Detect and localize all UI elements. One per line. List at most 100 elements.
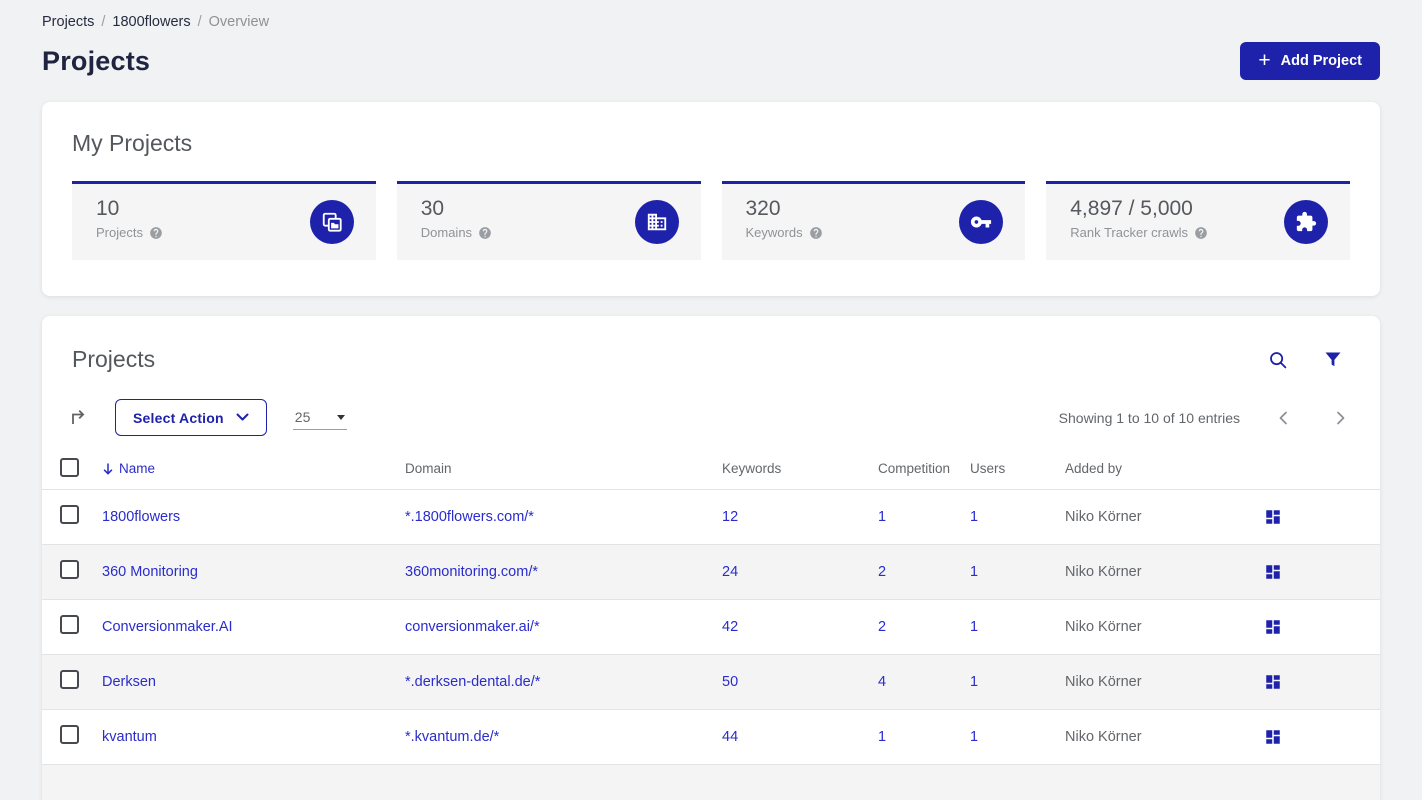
competition-count-link[interactable]: 1 <box>878 509 886 525</box>
export-arrow-icon <box>72 409 85 424</box>
stat-label: Keywords <box>745 225 803 240</box>
table-header-row: Name Domain Keywords Competition Users A… <box>42 448 1380 490</box>
filter-icon <box>1325 352 1341 366</box>
filter-button[interactable] <box>1322 349 1344 371</box>
caret-down-icon <box>336 414 345 420</box>
project-domain-link[interactable]: *.derksen-dental.de/* <box>405 674 540 690</box>
competition-count-link[interactable]: 1 <box>878 729 886 745</box>
project-dashboard-button[interactable] <box>1262 506 1284 528</box>
add-project-button[interactable]: + Add Project <box>1240 42 1380 80</box>
project-dashboard-button[interactable] <box>1262 561 1284 583</box>
project-name-link[interactable]: Conversionmaker.AI <box>102 619 233 635</box>
column-header-users[interactable]: Users <box>970 461 1065 476</box>
row-checkbox[interactable] <box>60 560 79 579</box>
added-by-text: Niko Körner <box>1065 674 1142 690</box>
users-count-link[interactable]: 1 <box>970 509 978 525</box>
stat-label: Domains <box>420 225 473 240</box>
breadcrumb-separator: / <box>101 14 106 30</box>
users-count-link[interactable]: 1 <box>970 729 978 745</box>
table-row-partial <box>42 765 1380 800</box>
keywords-count-link[interactable]: 42 <box>722 619 738 635</box>
dashboard-icon <box>1266 675 1280 689</box>
select-action-label: Select Action <box>133 409 224 426</box>
projects-icon <box>309 200 354 244</box>
users-count-link[interactable]: 1 <box>970 619 978 635</box>
column-header-domain[interactable]: Domain <box>405 461 722 476</box>
add-project-label: Add Project <box>1280 53 1362 69</box>
help-icon[interactable] <box>809 226 823 240</box>
breadcrumb: Projects / 1800flowers / Overview <box>42 14 1380 30</box>
showing-entries-text: Showing 1 to 10 of 10 entries <box>1058 409 1240 426</box>
added-by-text: Niko Körner <box>1065 564 1142 580</box>
stat-tile: 320 Keywords <box>721 181 1026 260</box>
breadcrumb-separator: / <box>197 14 202 30</box>
column-header-keywords[interactable]: Keywords <box>722 461 878 476</box>
row-checkbox[interactable] <box>60 670 79 689</box>
project-domain-link[interactable]: 360monitoring.com/* <box>405 564 538 580</box>
stat-label: Projects <box>96 225 143 240</box>
chevron-down-icon <box>236 413 249 421</box>
chevron-left-icon <box>1279 411 1287 424</box>
search-button[interactable] <box>1266 348 1290 372</box>
added-by-text: Niko Körner <box>1065 729 1142 745</box>
previous-page-button[interactable] <box>1274 408 1294 428</box>
column-header-name[interactable]: Name <box>102 461 405 476</box>
stat-label: Rank Tracker crawls <box>1070 225 1188 240</box>
key-icon <box>959 200 1004 244</box>
row-checkbox[interactable] <box>60 615 79 634</box>
select-all-checkbox[interactable] <box>60 457 79 477</box>
project-name-link[interactable]: 360 Monitoring <box>102 564 198 580</box>
page-header: Projects + Add Project <box>42 40 1380 82</box>
breadcrumb-projects[interactable]: Projects <box>42 14 94 30</box>
export-button[interactable] <box>66 405 91 430</box>
my-projects-card: My Projects 10 Projects 30 Domains 320 K… <box>42 102 1380 296</box>
sort-descending-icon <box>103 462 113 474</box>
project-name-link[interactable]: Derksen <box>102 674 156 690</box>
project-domain-link[interactable]: *.kvantum.de/* <box>405 729 499 745</box>
column-header-added-by[interactable]: Added by <box>1065 461 1262 476</box>
column-header-competition[interactable]: Competition <box>878 461 970 476</box>
page-size-value: 25 <box>294 409 311 425</box>
competition-count-link[interactable]: 2 <box>878 619 886 635</box>
stats-row: 10 Projects 30 Domains 320 Keywords 4,89… <box>72 181 1350 260</box>
competition-count-link[interactable]: 2 <box>878 564 886 580</box>
keywords-count-link[interactable]: 50 <box>722 674 738 690</box>
added-by-text: Niko Körner <box>1065 509 1142 525</box>
keywords-count-link[interactable]: 12 <box>722 509 738 525</box>
stat-tile: 10 Projects <box>72 181 376 260</box>
breadcrumb-1800flowers[interactable]: 1800flowers <box>112 14 190 30</box>
project-dashboard-button[interactable] <box>1262 616 1284 638</box>
keywords-count-link[interactable]: 44 <box>722 729 738 745</box>
row-checkbox[interactable] <box>60 505 79 524</box>
stat-tile: 4,897 / 5,000 Rank Tracker crawls <box>1046 181 1350 260</box>
chevron-right-icon <box>1337 411 1345 424</box>
help-icon[interactable] <box>478 226 492 240</box>
project-name-link[interactable]: kvantum <box>102 729 157 745</box>
dashboard-icon <box>1266 565 1280 579</box>
keywords-count-link[interactable]: 24 <box>722 564 738 580</box>
users-count-link[interactable]: 1 <box>970 564 978 580</box>
dashboard-icon <box>1266 510 1280 524</box>
table-body: 1800flowers *.1800flowers.com/* 12 1 1 N… <box>42 490 1380 765</box>
table-toolbar: Select Action 25 Showing 1 to 10 of 10 e… <box>42 399 1380 436</box>
select-action-dropdown[interactable]: Select Action <box>115 399 267 436</box>
puzzle-icon <box>1284 200 1328 244</box>
project-dashboard-button[interactable] <box>1262 671 1284 693</box>
project-domain-link[interactable]: *.1800flowers.com/* <box>405 509 534 525</box>
row-checkbox[interactable] <box>60 725 79 744</box>
my-projects-title: My Projects <box>72 130 193 156</box>
projects-table-card: Projects Select Action 25 Showing 1 to 1… <box>42 316 1380 800</box>
help-icon[interactable] <box>1194 226 1208 240</box>
project-name-link[interactable]: 1800flowers <box>102 509 180 525</box>
page-size-select[interactable]: 25 <box>292 405 347 430</box>
project-dashboard-button[interactable] <box>1262 726 1284 748</box>
project-domain-link[interactable]: conversionmaker.ai/* <box>405 619 540 635</box>
breadcrumb-overview: Overview <box>208 14 270 30</box>
competition-count-link[interactable]: 4 <box>878 674 886 690</box>
stat-tile: 30 Domains <box>396 181 701 260</box>
next-page-button[interactable] <box>1330 408 1350 428</box>
table-row: kvantum *.kvantum.de/* 44 1 1 Niko Körne… <box>42 710 1380 765</box>
table-row: 360 Monitoring 360monitoring.com/* 24 2 … <box>42 545 1380 600</box>
help-icon[interactable] <box>149 226 163 240</box>
users-count-link[interactable]: 1 <box>970 674 978 690</box>
